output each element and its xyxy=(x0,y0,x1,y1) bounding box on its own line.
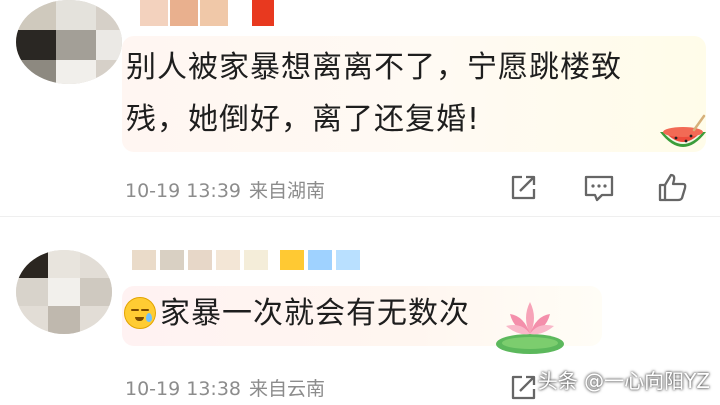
comment-meta: 10-19 13:38 来自云南 xyxy=(125,374,325,401)
avatar[interactable] xyxy=(16,0,122,84)
lotus-icon xyxy=(496,302,564,354)
username-redacted[interactable] xyxy=(112,0,282,26)
avatar[interactable] xyxy=(16,250,112,334)
username-redacted[interactable] xyxy=(112,250,372,276)
comment-text: 别人被家暴想离离不了，宁愿跳楼致残，她倒好，离了还复婚! xyxy=(126,50,622,137)
location: 来自云南 xyxy=(249,378,326,400)
watermark: 头条 @一心向阳YZ xyxy=(537,369,710,393)
comment-meta: 10-19 13:39 来自湖南 xyxy=(125,176,325,203)
comment-item: 别人被家暴想离离不了，宁愿跳楼致残，她倒好，离了还复婚! 10-19 13:39… xyxy=(0,0,720,216)
comment-text: 家暴一次就会有无数次 xyxy=(160,296,470,331)
forward-icon[interactable] xyxy=(506,171,540,205)
sad-sweat-face-icon xyxy=(124,297,156,329)
forward-icon[interactable] xyxy=(506,371,540,405)
watermelon-icon xyxy=(660,114,706,147)
timestamp: 10-19 13:39 xyxy=(125,180,242,202)
timestamp: 10-19 13:38 xyxy=(125,378,242,400)
location: 来自湖南 xyxy=(249,180,326,202)
like-icon[interactable] xyxy=(656,171,690,205)
divider xyxy=(0,216,720,217)
comment-icon[interactable] xyxy=(582,171,616,205)
